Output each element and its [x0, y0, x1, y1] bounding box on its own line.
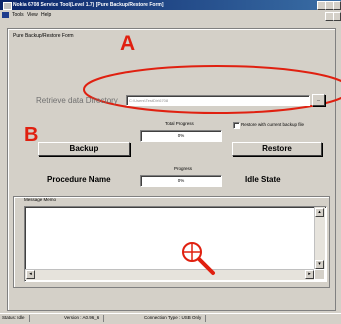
restore-button[interactable]: Restore [232, 142, 322, 156]
total-progress-value: 0% [140, 130, 222, 142]
annotation-a: A [120, 32, 136, 55]
child-close-icon[interactable] [333, 12, 341, 21]
zoom-annotation-icon [182, 242, 215, 275]
horizontal-scrollbar[interactable] [25, 269, 314, 280]
close-icon[interactable] [333, 1, 341, 10]
retrieve-directory-label: Retrieve data Directory [36, 96, 118, 105]
progress-label: Progress [174, 166, 193, 171]
message-memo-label: Message Memo [24, 197, 57, 202]
scroll-corner [315, 270, 324, 279]
total-progress-label: Total Progress [165, 121, 194, 126]
scroll-down-icon[interactable]: ▾ [315, 260, 324, 269]
menu-item-tools[interactable]: Tools [12, 12, 24, 18]
directory-input[interactable]: C:\Users\TestDir\6708 [126, 95, 310, 106]
scroll-left-icon[interactable]: ◂ [26, 270, 35, 279]
scroll-up-icon[interactable]: ▴ [315, 208, 324, 217]
frame-title: Pure Backup/Restore Form [13, 33, 74, 39]
status-text: Status: Idle [2, 315, 30, 322]
browse-button[interactable]: ... [312, 94, 325, 106]
window-title: Nokia 6708 Service Tool(Level 1.7) [Pure… [13, 2, 164, 8]
highlight-ellipse [83, 65, 341, 114]
menu-item-help[interactable]: Help [41, 12, 51, 18]
backup-button[interactable]: Backup [38, 142, 130, 156]
procedure-name-label: Procedure Name [47, 175, 111, 184]
progress-value: 0% [140, 175, 222, 187]
restore-current-label: Restore with current backup file [241, 122, 305, 127]
version-text: Version : A0.96_6 [64, 315, 105, 322]
app-icon [3, 2, 12, 10]
menu-item-view[interactable]: View [27, 12, 38, 18]
scroll-right-icon[interactable]: ▸ [305, 270, 314, 279]
connection-text: Connection Type : USB Only [144, 315, 207, 322]
annotation-b: B [24, 124, 39, 146]
restore-current-checkbox[interactable] [233, 122, 240, 129]
tools-icon [2, 12, 9, 18]
state-label: Idle State [245, 175, 281, 184]
